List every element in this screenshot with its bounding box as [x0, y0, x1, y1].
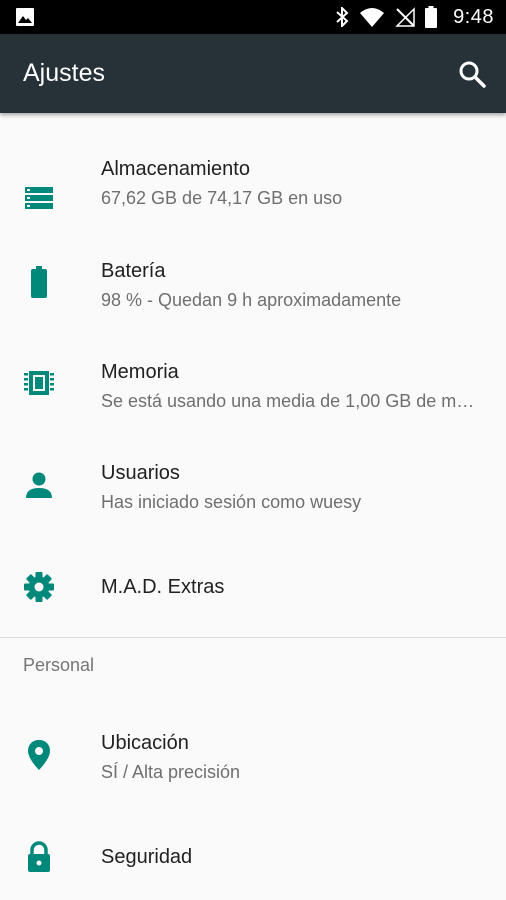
- settings-item-users[interactable]: Usuarios Has iniciado sesión como wuesy: [0, 435, 506, 536]
- page-title: Ajustes: [23, 59, 105, 87]
- bluetooth-icon: [336, 7, 349, 27]
- settings-item-storage[interactable]: Almacenamiento 67,62 GB de 74,17 GB en u…: [0, 133, 506, 233]
- person-icon: [26, 472, 52, 498]
- section-divider: [0, 637, 506, 638]
- no-signal-icon: [395, 7, 415, 27]
- search-icon[interactable]: [457, 59, 487, 89]
- settings-item-summary: 67,62 GB de 74,17 GB en uso: [101, 188, 343, 208]
- image-icon: [16, 8, 34, 26]
- battery-icon: [31, 266, 47, 298]
- app-bar: Ajustes: [0, 34, 506, 113]
- settings-item-battery[interactable]: Batería 98 % - Quedan 9 h aproximadament…: [0, 233, 506, 334]
- battery-icon: [425, 6, 438, 28]
- lock-icon: [28, 841, 50, 872]
- clock: 9:48: [453, 5, 494, 28]
- gear-icon: [24, 572, 54, 602]
- status-bar: 9:48: [0, 0, 506, 34]
- settings-item-title: Memoria: [101, 361, 179, 383]
- settings-item-title: Almacenamiento: [101, 158, 250, 180]
- wifi-icon: [360, 8, 385, 27]
- storage-icon: [25, 187, 53, 209]
- settings-item-summary: SÍ / Alta precisión: [101, 762, 241, 782]
- settings-item-mad-extras[interactable]: M.A.D. Extras: [0, 536, 506, 637]
- settings-item-title: Batería: [101, 260, 166, 282]
- settings-item-summary: Has iniciado sesión como wuesy: [101, 492, 362, 512]
- settings-item-security[interactable]: Seguridad: [0, 810, 506, 900]
- settings-item-memory[interactable]: Memoria Se está usando una media de 1,00…: [0, 334, 506, 435]
- settings-item-title: Seguridad: [101, 846, 193, 868]
- settings-item-title: Ubicación: [101, 732, 189, 754]
- section-header-personal: Personal: [23, 655, 95, 675]
- location-icon: [28, 740, 50, 770]
- settings-item-title: Usuarios: [101, 462, 180, 484]
- settings-item-summary: 98 % - Quedan 9 h aproximadamente: [101, 290, 402, 310]
- settings-item-location[interactable]: Ubicación SÍ / Alta precisión: [0, 705, 506, 810]
- settings-item-summary: Se está usando una media de 1,00 GB de m…: [101, 391, 481, 411]
- settings-item-title: M.A.D. Extras: [101, 576, 225, 598]
- memory-icon: [24, 371, 54, 395]
